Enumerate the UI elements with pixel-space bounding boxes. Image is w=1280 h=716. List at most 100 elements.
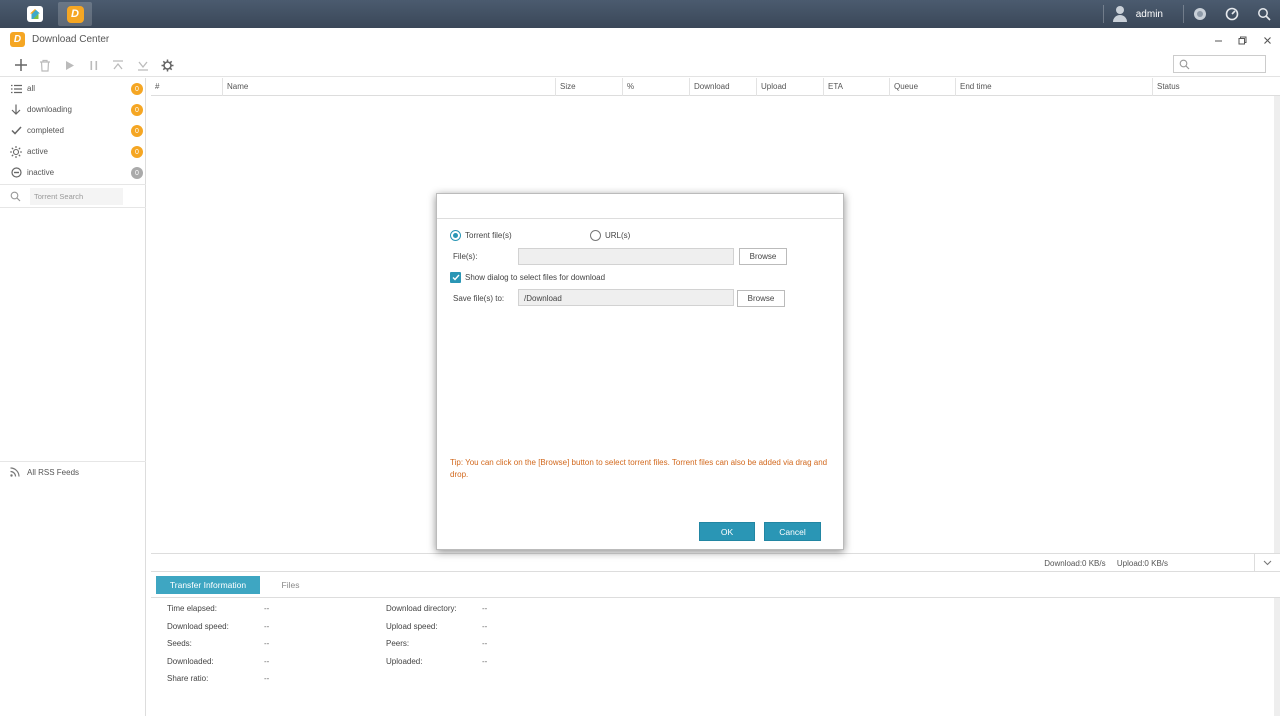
info-label-peers: Peers: <box>386 639 410 648</box>
info-label-time-elapsed: Time elapsed: <box>167 604 217 613</box>
files-input[interactable] <box>518 248 734 265</box>
files-label: File(s): <box>453 252 478 261</box>
radio-urls[interactable] <box>590 230 601 241</box>
pause-button[interactable] <box>85 56 103 74</box>
detail-panel: Transfer Information Files Time elapsed:… <box>151 572 1280 716</box>
settings-button[interactable] <box>158 56 176 74</box>
delete-button[interactable] <box>36 56 54 74</box>
start-button[interactable] <box>61 56 79 74</box>
download-center-task-button[interactable]: D <box>58 2 92 26</box>
info-value-download-directory: -- <box>482 604 488 613</box>
column-header-name[interactable]: Name <box>222 78 555 96</box>
sidebar-item-active[interactable]: active 0 <box>0 141 146 162</box>
rss-icon <box>10 467 21 478</box>
move-top-button[interactable] <box>109 56 127 74</box>
save-to-input[interactable]: /Download <box>518 289 734 306</box>
radio-torrent-files[interactable] <box>450 230 461 241</box>
taskbar: D admin <box>0 0 1280 28</box>
home-app-icon <box>27 6 43 22</box>
count-badge: 0 <box>131 83 143 95</box>
save-to-label: Save file(s) to: <box>453 294 505 303</box>
minimize-icon <box>1214 40 1222 41</box>
count-badge: 0 <box>131 104 143 116</box>
radio-torrent-files-label: Torrent file(s) <box>465 231 512 240</box>
taskbar-right: admin <box>1102 0 1280 28</box>
sidebar-item-label: completed <box>27 126 64 135</box>
sidebar-item-rss-feeds[interactable]: All RSS Feeds <box>0 461 146 483</box>
download-center-logo-icon: D <box>10 32 25 47</box>
add-button[interactable] <box>12 56 30 74</box>
tip-text: Tip: You can click on the [Browse] butto… <box>450 458 828 479</box>
search-icon <box>1258 8 1271 21</box>
options-button[interactable] <box>1216 0 1248 28</box>
column-header-status[interactable]: Status <box>1152 78 1280 96</box>
torrent-search: Torrent Search <box>0 184 146 208</box>
collapse-panel-button[interactable] <box>1254 554 1280 572</box>
username: admin <box>1135 8 1163 20</box>
ok-button[interactable]: OK <box>699 522 755 541</box>
sidebar-item-label: downloading <box>27 105 72 114</box>
arrow-down-icon <box>10 104 22 116</box>
column-header-size[interactable]: Size <box>555 78 622 96</box>
tab-files[interactable]: Files <box>263 576 318 594</box>
pause-icon <box>90 60 98 70</box>
info-value-peers: -- <box>482 639 488 648</box>
column-header-eta[interactable]: ETA <box>823 78 889 96</box>
info-label-downloaded: Downloaded: <box>167 657 214 666</box>
column-header-queue[interactable]: Queue <box>889 78 955 96</box>
count-badge: 0 <box>131 167 143 179</box>
sidebar-item-label: active <box>27 147 48 156</box>
toolbar-search-input[interactable] <box>1173 55 1266 73</box>
global-search-button[interactable] <box>1248 0 1280 28</box>
tab-transfer-information[interactable]: Transfer Information <box>156 576 260 594</box>
info-value-uploaded: -- <box>482 657 488 666</box>
torrent-search-input[interactable]: Torrent Search <box>30 188 123 205</box>
sun-icon <box>10 145 22 158</box>
minimize-button[interactable] <box>1209 31 1227 49</box>
show-dialog-checkbox-label: Show dialog to select files for download <box>465 273 606 282</box>
info-value-upload-speed: -- <box>482 622 488 631</box>
detail-panel-scrollbar[interactable] <box>1274 598 1280 716</box>
detail-tabs: Transfer Information Files <box>151 572 1280 598</box>
sidebar-item-completed[interactable]: completed 0 <box>0 120 146 141</box>
checkmark-icon <box>10 125 22 137</box>
task-list-scrollbar[interactable] <box>1274 96 1280 553</box>
restore-button[interactable] <box>1233 31 1251 49</box>
plus-icon <box>15 59 27 71</box>
info-value-download-speed: -- <box>264 622 270 631</box>
dashboard-icon <box>1225 7 1239 21</box>
sidebar-item-downloading[interactable]: downloading 0 <box>0 99 146 120</box>
close-button[interactable] <box>1258 31 1276 49</box>
browse-files-button[interactable]: Browse <box>739 248 787 265</box>
sidebar-item-label: all <box>27 84 36 93</box>
info-label-share-ratio: Share ratio: <box>167 674 209 683</box>
notification-button[interactable] <box>1184 0 1216 28</box>
show-dialog-checkbox[interactable] <box>450 272 461 283</box>
transfer-rate-bar: Download:0 KB/s Upload:0 KB/s <box>151 553 1280 572</box>
toolbar <box>0 52 1280 77</box>
info-label-seeds: Seeds: <box>167 639 192 648</box>
user-menu[interactable]: admin <box>1104 6 1183 22</box>
browse-save-path-button[interactable]: Browse <box>737 290 785 307</box>
sidebar-item-all[interactable]: all 0 <box>0 78 146 99</box>
info-value-share-ratio: -- <box>264 674 270 683</box>
column-header-end-time[interactable]: End time <box>955 78 1152 96</box>
count-badge: 0 <box>131 146 143 158</box>
cancel-button[interactable]: Cancel <box>764 522 821 541</box>
column-header-index[interactable]: # <box>151 78 222 96</box>
checkmark-icon <box>452 274 460 281</box>
sidebar-item-inactive[interactable]: inactive 0 <box>0 162 146 183</box>
column-header-download[interactable]: Download <box>689 78 756 96</box>
move-bottom-button[interactable] <box>134 56 152 74</box>
search-icon <box>10 191 21 202</box>
add-download-dialog: Torrent file(s) URL(s) File(s): Browse S… <box>436 193 844 550</box>
column-header-percent[interactable]: % <box>622 78 689 96</box>
download-center-app-icon: D <box>66 5 84 23</box>
list-icon <box>10 83 22 95</box>
search-icon <box>1179 59 1190 70</box>
main-menu-button[interactable] <box>18 2 52 26</box>
move-to-bottom-icon <box>138 61 148 71</box>
column-header-upload[interactable]: Upload <box>756 78 823 96</box>
window-title: Download Center <box>32 34 110 45</box>
info-label-upload-speed: Upload speed: <box>386 622 438 631</box>
